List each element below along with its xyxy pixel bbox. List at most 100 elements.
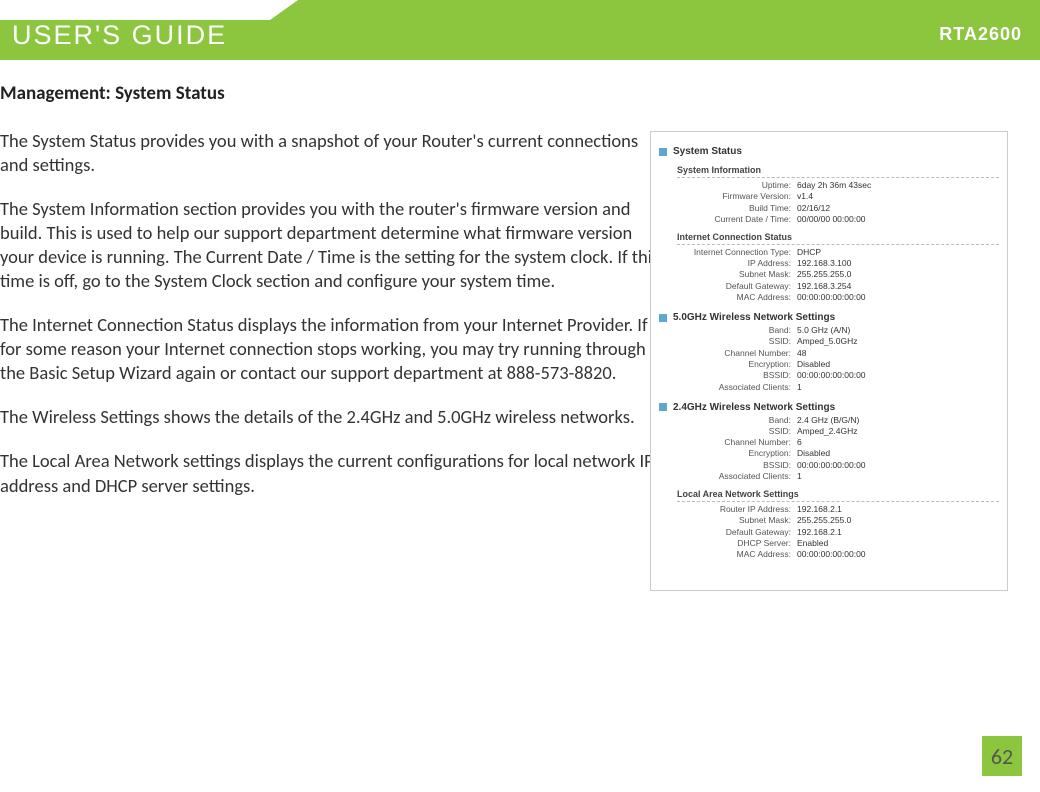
doc-title: USER'S GUIDE <box>12 20 227 51</box>
ss-row: Uptime:6day 2h 36m 43sec <box>687 180 999 190</box>
ss-row: Associated Clients:1 <box>687 382 999 392</box>
router-screenshot: System Status System InformationUptime:6… <box>650 131 1008 591</box>
ss-row: Current Date / Time:00/00/00 00:00:00 <box>687 214 999 224</box>
ss-row-label: Associated Clients: <box>687 471 797 481</box>
bullet-icon <box>659 148 667 156</box>
paragraph: The System Information section provides … <box>0 197 670 293</box>
ss-row-label: BSSID: <box>687 370 797 380</box>
ss-row-label: Default Gateway: <box>687 281 797 291</box>
ss-row-label: Subnet Mask: <box>687 269 797 279</box>
ss-body: System Information Uptime:6day 2h 36m 43s… <box>659 165 999 559</box>
ss-row-label: Internet Connection Type: <box>687 247 797 257</box>
ss-row-value: DHCP <box>797 247 821 257</box>
ss-row: Subnet Mask:255.255.255.0 <box>687 515 999 525</box>
ss-row-label: Build Time: <box>687 203 797 213</box>
ss-row: MAC Address:00:00:00:00:00:00 <box>687 292 999 302</box>
ss-row-value: 255.255.255.0 <box>797 515 851 525</box>
ss-row: Band:2.4 GHz (B/G/N) <box>687 415 999 425</box>
ss-row: Firmware Version:v1.4 <box>687 191 999 201</box>
ss-row: BSSID:00:00:00:00:00:00 <box>687 460 999 470</box>
section-title: Management: System Status <box>0 82 1008 105</box>
ss-row-value: 00:00:00:00:00:00 <box>797 549 866 559</box>
ss-row-value: Amped_5.0GHz <box>797 336 857 346</box>
ss-row: Band:5.0 GHz (A/N) <box>687 325 999 335</box>
ss-group-title: 2.4GHz Wireless Network Settings <box>659 402 999 413</box>
body-wrapper: The System Status provides you with a sn… <box>0 129 1008 498</box>
ss-row: Channel Number:6 <box>687 437 999 447</box>
ss-row-value: 2.4 GHz (B/G/N) <box>797 415 859 425</box>
ss-row-label: Subnet Mask: <box>687 515 797 525</box>
ss-row-label: Firmware Version: <box>687 191 797 201</box>
ss-row-label: Encryption: <box>687 359 797 369</box>
ss-row-label: SSID: <box>687 336 797 346</box>
ss-row-label: MAC Address: <box>687 292 797 302</box>
ss-group-title: 5.0GHz Wireless Network Settings <box>659 312 999 323</box>
ss-group-label: 2.4GHz Wireless Network Settings <box>673 402 835 413</box>
ss-row-label: Band: <box>687 325 797 335</box>
ss-group-heading: Local Area Network Settings <box>677 489 999 502</box>
ss-row-value: 00:00:00:00:00:00 <box>797 460 866 470</box>
ss-row-label: IP Address: <box>687 258 797 268</box>
ss-row-label: Associated Clients: <box>687 382 797 392</box>
ss-row-value: 192.168.3.254 <box>797 281 851 291</box>
ss-row-value: 192.168.3.100 <box>797 258 851 268</box>
ss-row-label: Encryption: <box>687 448 797 458</box>
ss-row: Router IP Address:192.168.2.1 <box>687 504 999 514</box>
ss-row-value: 6day 2h 36m 43sec <box>797 180 871 190</box>
text-column: The System Status provides you with a sn… <box>0 129 670 498</box>
ss-row-label: Band: <box>687 415 797 425</box>
ss-row: BSSID:00:00:00:00:00:00 <box>687 370 999 380</box>
ss-row: DHCP Server:Enabled <box>687 538 999 548</box>
ss-row: Encryption:Disabled <box>687 359 999 369</box>
ss-row-value: 255.255.255.0 <box>797 269 851 279</box>
ss-row-value: Disabled <box>797 359 830 369</box>
ss-row-value: 5.0 GHz (A/N) <box>797 325 850 335</box>
ss-row: SSID:Amped_5.0GHz <box>687 336 999 346</box>
bullet-icon <box>659 403 667 411</box>
ss-row-label: Router IP Address: <box>687 504 797 514</box>
ss-row-label: BSSID: <box>687 460 797 470</box>
ss-row-label: Uptime: <box>687 180 797 190</box>
ss-row-value: Enabled <box>797 538 828 548</box>
ss-main-title: System Status <box>659 146 999 157</box>
content: Management: System Status The System Sta… <box>0 60 1040 498</box>
ss-row-value: 00:00:00:00:00:00 <box>797 370 866 380</box>
ss-row-label: Channel Number: <box>687 437 797 447</box>
ss-row-label: Channel Number: <box>687 348 797 358</box>
ss-row: Internet Connection Type:DHCP <box>687 247 999 257</box>
ss-row-value: 1 <box>797 382 802 392</box>
ss-row: IP Address:192.168.3.100 <box>687 258 999 268</box>
ss-main-label: System Status <box>673 146 742 157</box>
ss-row-label: DHCP Server: <box>687 538 797 548</box>
ss-group-heading: Internet Connection Status <box>677 232 999 245</box>
ss-row-value: 192.168.2.1 <box>797 504 842 514</box>
ss-row: Channel Number:48 <box>687 348 999 358</box>
ss-row-label: MAC Address: <box>687 549 797 559</box>
ss-row-value: v1.4 <box>797 191 813 201</box>
ss-row-label: Current Date / Time: <box>687 214 797 224</box>
ss-row-value: 00:00:00:00:00:00 <box>797 292 866 302</box>
paragraph: The Internet Connection Status displays … <box>0 313 670 385</box>
header: USER'S GUIDE RTA2600 <box>0 0 1040 60</box>
ss-row-value: 6 <box>797 437 802 447</box>
ss-row: Associated Clients:1 <box>687 471 999 481</box>
ss-row: Default Gateway:192.168.3.254 <box>687 281 999 291</box>
header-notch-angle <box>270 0 298 20</box>
ss-row: Encryption:Disabled <box>687 448 999 458</box>
ss-row: MAC Address:00:00:00:00:00:00 <box>687 549 999 559</box>
header-notch <box>0 0 270 20</box>
ss-row-value: 1 <box>797 471 802 481</box>
ss-row-value: Amped_2.4GHz <box>797 426 857 436</box>
paragraph: The System Status provides you with a sn… <box>0 129 670 177</box>
ss-row-value: 48 <box>797 348 806 358</box>
bullet-icon <box>659 314 667 322</box>
ss-row-value: 00/00/00 00:00:00 <box>797 214 866 224</box>
ss-group-label: 5.0GHz Wireless Network Settings <box>673 312 835 323</box>
model-number: RTA2600 <box>939 24 1022 45</box>
paragraph: The Local Area Network settings displays… <box>0 449 670 497</box>
ss-row: Subnet Mask:255.255.255.0 <box>687 269 999 279</box>
page-number: 62 <box>982 736 1022 776</box>
ss-row: Build Time:02/16/12 <box>687 203 999 213</box>
ss-group-heading: System Information <box>677 165 999 178</box>
ss-row: SSID:Amped_2.4GHz <box>687 426 999 436</box>
